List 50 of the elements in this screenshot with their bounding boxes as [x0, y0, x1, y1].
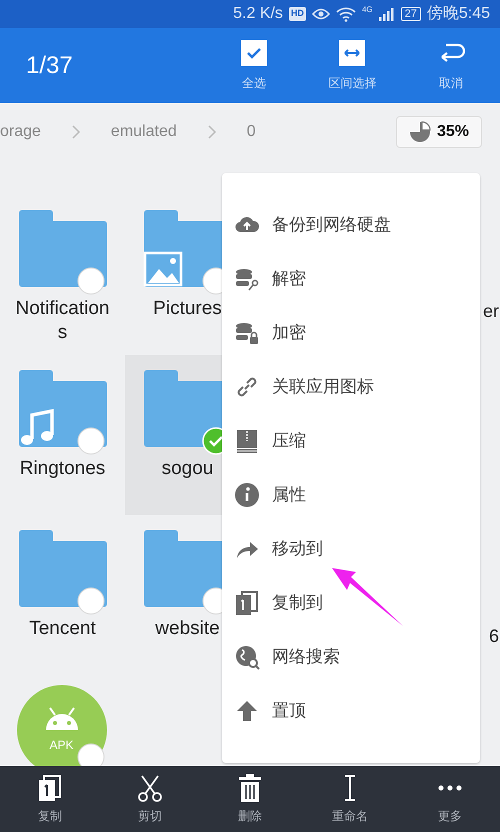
selection-count: 1/37	[25, 50, 74, 80]
file-name: 6	[488, 625, 499, 648]
storage-usage-badge[interactable]: 35%	[396, 116, 482, 148]
file-tile[interactable]: Tencent	[0, 515, 125, 675]
menu-item[interactable]: 移动到	[222, 522, 480, 576]
wifi-icon	[336, 6, 356, 22]
folder-icon	[16, 529, 108, 609]
copy-icon	[234, 590, 260, 616]
eye-icon	[312, 7, 330, 21]
file-name: er	[482, 300, 499, 323]
chevron-right-icon	[206, 124, 217, 140]
network-type: 4G	[362, 4, 373, 16]
database-key-icon	[234, 266, 260, 292]
network-speed: 5.2 K/s	[233, 4, 283, 24]
database-lock-icon	[234, 320, 260, 346]
signal-icon	[378, 7, 395, 21]
toolbar-button[interactable]: 剪切	[100, 766, 200, 832]
menu-item[interactable]: 网络搜索	[222, 630, 480, 684]
file-name: sogou	[160, 457, 214, 481]
scissors-icon	[135, 773, 165, 803]
toolbar-button[interactable]: 复制	[0, 766, 100, 832]
file-tile[interactable]: Ringtones	[0, 355, 125, 515]
chevron-right-icon	[70, 124, 81, 140]
folder-icon	[16, 209, 108, 289]
music-note-icon	[20, 408, 54, 445]
range-icon	[339, 40, 366, 66]
archive-icon	[234, 428, 260, 454]
image-icon	[143, 252, 182, 286]
clock: 傍晚5:45	[426, 4, 490, 24]
menu-item[interactable]: 解密	[222, 252, 480, 306]
menu-item[interactable]: 置顶	[222, 684, 480, 738]
toolbar-button[interactable]: 删除	[200, 766, 300, 832]
file-name: Ringtones	[18, 457, 106, 481]
file-name: Tencent	[28, 617, 97, 641]
battery-indicator: 27	[400, 7, 421, 21]
globe-search-icon	[234, 644, 260, 670]
more-icon	[438, 785, 462, 791]
file-name: Notifications	[14, 297, 110, 345]
pie-chart-icon	[408, 120, 431, 142]
toolbar-button[interactable]: 重命名	[300, 766, 400, 832]
file-name: website	[154, 617, 221, 641]
checkbox-icon	[241, 40, 268, 66]
hd-badge: HD	[288, 7, 306, 21]
menu-item[interactable]: 备份到网络硬盘	[222, 198, 480, 252]
file-name: Pictures	[152, 297, 223, 321]
file-type-label: APK	[49, 737, 74, 754]
toolbar-button[interactable]: 更多	[400, 766, 500, 832]
menu-item[interactable]: 复制到	[222, 576, 480, 630]
file-tile[interactable]: Notifications	[0, 195, 125, 355]
info-icon	[234, 482, 260, 508]
